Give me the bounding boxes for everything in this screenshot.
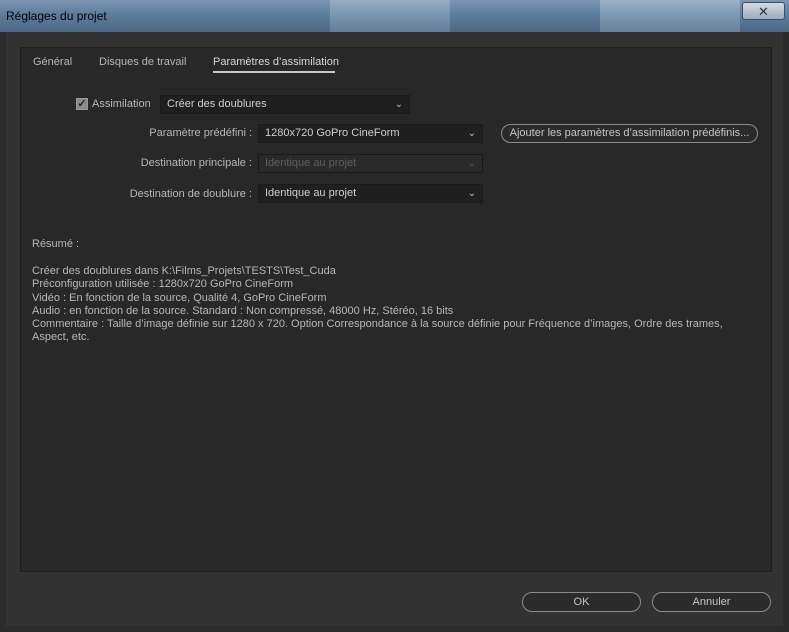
chevron-down-icon: ⌄ <box>394 99 403 110</box>
ingest-checkbox-label: Assimilation <box>92 98 151 110</box>
tab-general[interactable]: Général <box>33 56 72 68</box>
primary-destination-value: Identique au projet <box>265 157 357 169</box>
summary-line: Commentaire : Taille d’image définie sur… <box>32 318 723 330</box>
summary-line: Créer des doublures dans K:\Films_Projet… <box>32 265 336 277</box>
chevron-down-icon: ⌄ <box>467 188 476 199</box>
window-titlebar[interactable]: Réglages du projet ✕ <box>0 0 789 32</box>
summary-line: Aspect, etc. <box>32 331 90 343</box>
window-title: Réglages du projet <box>6 9 107 23</box>
summary-line: Préconfiguration utilisée : 1280x720 GoP… <box>32 278 294 290</box>
check-icon: ✓ <box>77 98 87 110</box>
preset-select[interactable]: 1280x720 GoPro CineForm ⌄ <box>258 124 483 143</box>
summary-line: Vidéo : En fonction de la source, Qualit… <box>32 292 327 304</box>
preset-value: 1280x720 GoPro CineForm <box>265 127 400 139</box>
titlebar-glass <box>600 0 740 32</box>
cancel-button[interactable]: Annuler <box>652 592 771 612</box>
ingest-mode-value: Créer des doublures <box>167 98 267 110</box>
chevron-down-icon: ⌄ <box>467 128 476 139</box>
close-button[interactable]: ✕ <box>742 2 785 20</box>
primary-destination-select: Identique au projet ⌄ <box>258 154 483 173</box>
tab-ingest-settings[interactable]: Paramètres d’assimilation <box>213 56 339 68</box>
ingest-checkbox[interactable]: ✓ <box>76 98 88 110</box>
proxy-destination-select[interactable]: Identique au projet ⌄ <box>258 184 483 203</box>
titlebar-glass <box>330 0 450 32</box>
ok-button[interactable]: OK <box>522 592 641 612</box>
close-icon: ✕ <box>758 4 769 19</box>
preset-label: Paramètre prédéfini : <box>149 127 252 139</box>
add-ingest-preset-button[interactable]: Ajouter les paramètres d’assimilation pr… <box>501 124 758 143</box>
proxy-destination-label: Destination de doublure : <box>129 188 252 200</box>
summary-line: Audio : en fonction de la source. Standa… <box>32 305 454 317</box>
proxy-destination-value: Identique au projet <box>265 187 357 199</box>
active-tab-indicator <box>213 71 335 73</box>
tab-scratch-disks[interactable]: Disques de travail <box>99 56 186 68</box>
summary-title: Résumé : <box>32 238 80 250</box>
ingest-mode-select[interactable]: Créer des doublures ⌄ <box>160 95 410 114</box>
primary-destination-label: Destination principale : <box>140 157 252 169</box>
chevron-down-icon: ⌄ <box>467 158 476 169</box>
